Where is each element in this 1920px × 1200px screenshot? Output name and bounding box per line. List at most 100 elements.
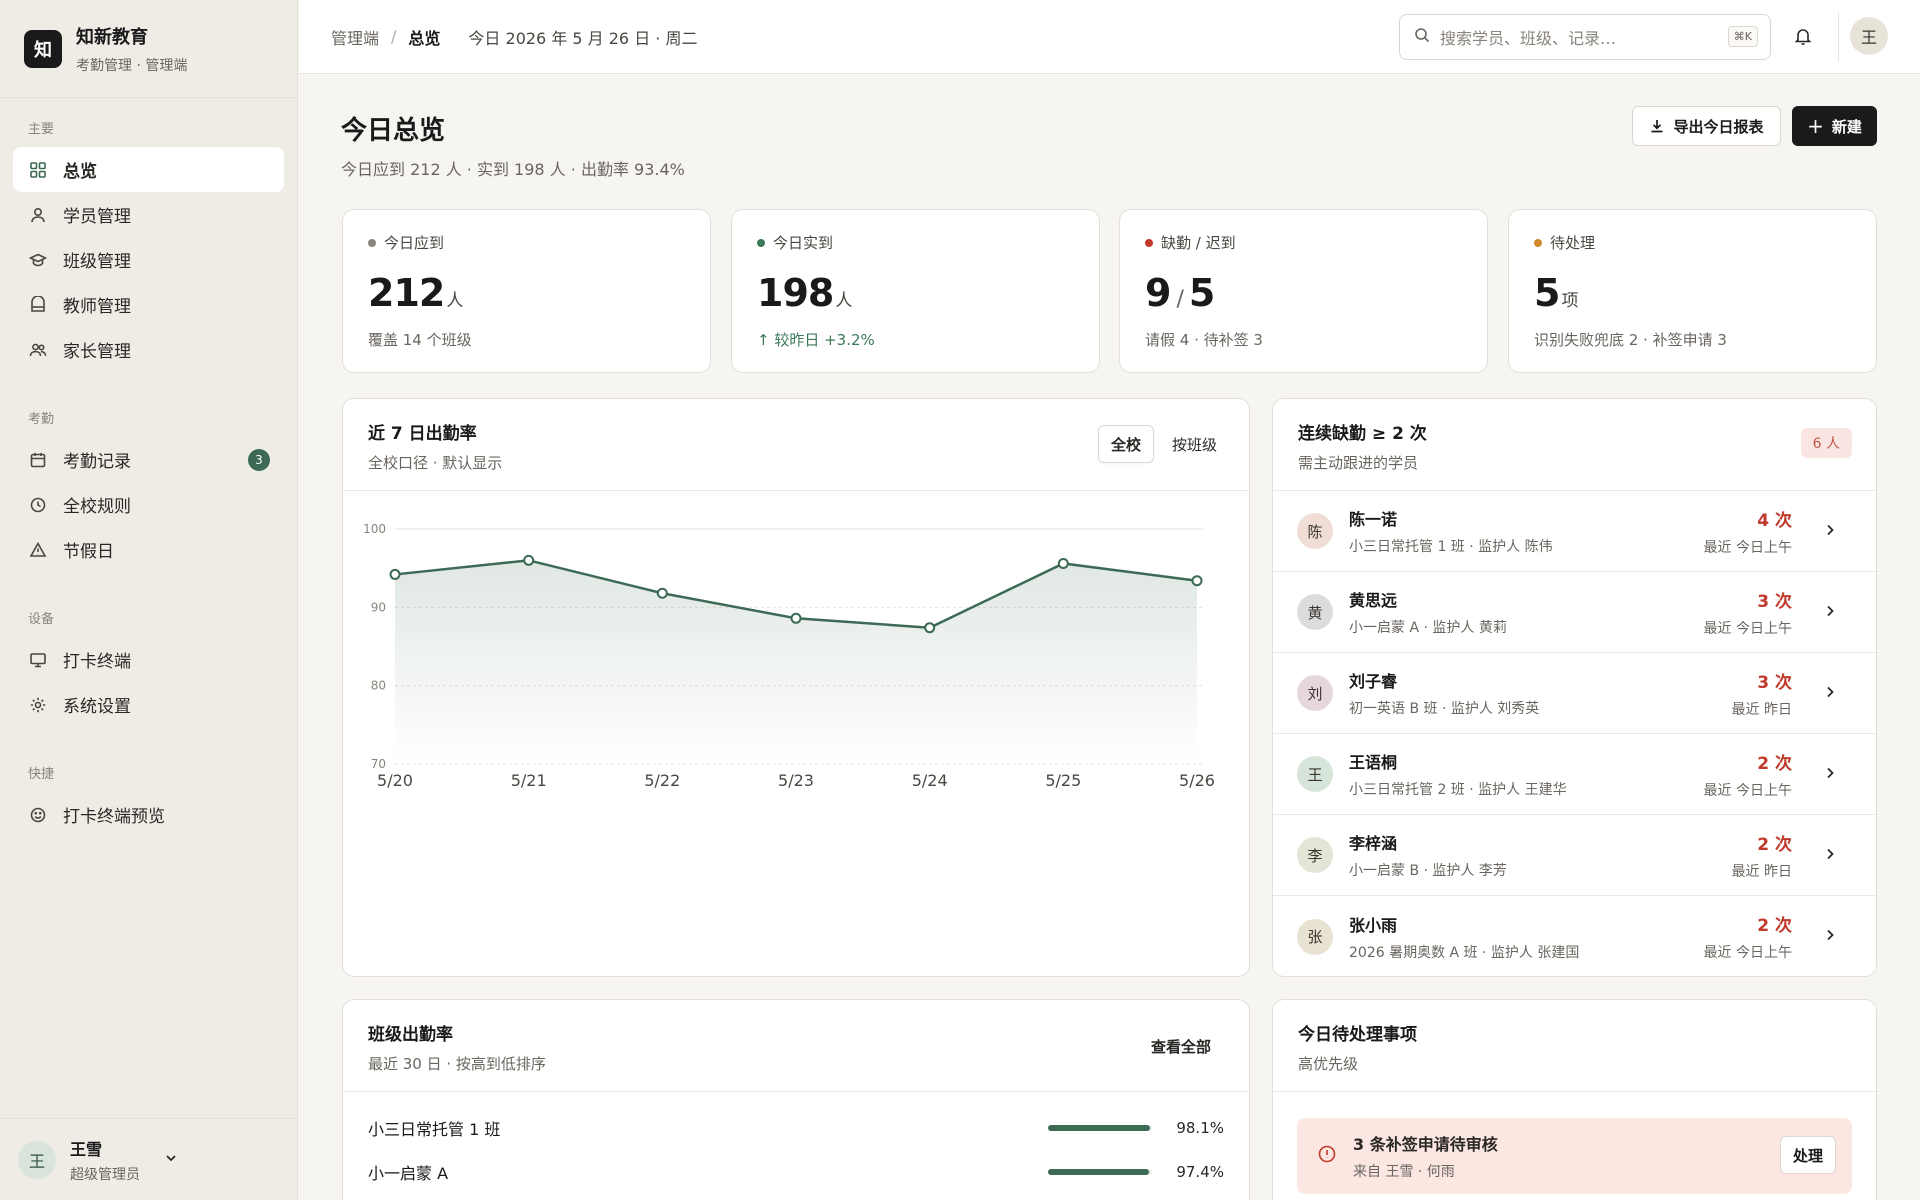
count-badge: 6 人 [1800, 428, 1852, 458]
clock-icon [29, 496, 47, 514]
stat-value: 212 [368, 271, 445, 315]
list-item[interactable]: 黄黄思远 小一启蒙 A · 监护人 黄莉 3 次最近 今日上午 [1273, 572, 1876, 653]
sidebar-item-label: 系统设置 [63, 697, 131, 717]
settings-icon [29, 696, 47, 714]
progress-track [1048, 1169, 1152, 1175]
absence-count: 2 次 [1757, 753, 1792, 774]
breadcrumb-separator: / [391, 27, 397, 46]
y-tick-label: 90 [371, 600, 386, 614]
x-tick-label: 5/20 [377, 771, 413, 790]
chevron-right-icon [1824, 522, 1836, 541]
sidebar-item-school-rules[interactable]: 全校规则 [13, 482, 284, 527]
tab-whole-school[interactable]: 全校 [1097, 425, 1154, 463]
data-point[interactable] [924, 622, 936, 634]
sidebar-item-settings[interactable]: 系统设置 [13, 682, 284, 727]
sidebar-item-classes[interactable]: 班级管理 [13, 237, 284, 282]
chevron-right-icon [1824, 846, 1836, 865]
sidebar-item-terminal-preview[interactable]: 打卡终端预览 [13, 792, 284, 837]
student-meta: 2026 暑期奥数 A 班 · 监护人 张建国 [1349, 944, 1580, 961]
sidebar-item-terminals[interactable]: 打卡终端 [13, 637, 284, 682]
avatar[interactable]: 王 [1850, 17, 1888, 55]
bell-icon[interactable] [1794, 26, 1812, 50]
sidebar-item-label: 打卡终端 [63, 652, 131, 672]
sidebar-item-overview[interactable]: 总览 [13, 147, 284, 192]
class-name: 小三日常托管 1 班 [368, 1120, 501, 1139]
list-item[interactable]: 刘刘子睿 初一英语 B 班 · 监护人 刘秀英 3 次最近 昨日 [1273, 653, 1876, 734]
avatar: 张 [1297, 918, 1333, 955]
export-report-button[interactable]: 导出今日报表 [1632, 106, 1781, 146]
student-meta: 小一启蒙 B · 监护人 李芳 [1349, 863, 1507, 879]
y-tick-label: 70 [371, 757, 386, 771]
users-icon [29, 341, 47, 359]
sidebar-item-label: 教师管理 [63, 297, 131, 317]
attendance-percent: 97.4% [1176, 1163, 1224, 1181]
y-tick-label: 80 [371, 679, 386, 693]
student-name: 王语桐 [1349, 753, 1398, 772]
process-button[interactable]: 处理 [1779, 1136, 1836, 1174]
x-tick-label: 5/22 [644, 771, 680, 790]
data-point[interactable] [389, 568, 401, 580]
x-tick-label: 5/21 [511, 771, 547, 790]
stat-card-absent-late: 缺勤 / 迟到 9/5 请假 4 · 待补签 3 [1119, 209, 1488, 373]
sidebar-item-label: 节假日 [63, 542, 114, 562]
data-point[interactable] [656, 587, 668, 599]
data-point[interactable] [523, 554, 535, 566]
user-role: 超级管理员 [70, 1166, 140, 1183]
todo-subtitle: 来自 王雪 · 何雨 [1353, 1164, 1455, 1180]
student-meta: 小三日常托管 2 班 · 监护人 王建华 [1349, 782, 1567, 798]
stat-note: 较昨日 +3.2% [774, 331, 875, 349]
search-input[interactable]: 搜索学员、班级、记录… ⌘K [1399, 14, 1771, 60]
student-name: 张小雨 [1349, 915, 1398, 935]
todo-item[interactable]: 3 条补签申请待审核 来自 王雪 · 何雨 处理 [1297, 1118, 1852, 1194]
stat-unit: 人 [446, 291, 463, 311]
nav-section-title: 快捷 [28, 767, 55, 782]
triangle-icon [29, 541, 47, 559]
breadcrumb-root[interactable]: 管理端 [331, 25, 379, 49]
nav-section-title: 设备 [28, 612, 55, 627]
data-point[interactable] [790, 612, 802, 624]
status-dot [368, 238, 376, 247]
sidebar-item-holidays[interactable]: 节假日 [13, 527, 284, 572]
breadcrumb-current: 总览 [408, 28, 441, 48]
progress-fill [1048, 1125, 1151, 1131]
sidebar-item-students[interactable]: 学员管理 [13, 192, 284, 237]
tab-by-class[interactable]: 按班级 [1160, 425, 1229, 463]
panel-subtitle: 需主动跟进的学员 [1298, 454, 1419, 472]
chevron-right-icon [1824, 684, 1836, 703]
stat-slash: / [1176, 287, 1183, 312]
user-menu[interactable]: 王 王雪 超级管理员 [0, 1118, 297, 1200]
nav-section-devices: 设备 打卡终端 系统设置 [0, 608, 297, 727]
data-point[interactable] [1191, 575, 1203, 587]
chevron-right-icon [1824, 927, 1836, 946]
table-row[interactable]: 小一启蒙 A 97.4% [343, 1150, 1249, 1194]
x-tick-label: 5/23 [778, 771, 814, 790]
scope-toggle: 全校 按班级 [1092, 425, 1229, 463]
panel-subtitle: 高优先级 [1298, 1055, 1359, 1073]
data-point[interactable] [1057, 557, 1069, 569]
nav-section-attendance: 考勤 考勤记录 3 全校规则 节假日 [0, 408, 297, 572]
list-item[interactable]: 陈陈一诺 小三日常托管 1 班 · 监护人 陈伟 4 次最近 今日上午 [1273, 491, 1876, 572]
list-item[interactable]: 张张小雨 2026 暑期奥数 A 班 · 监护人 张建国 2 次最近 今日上午 [1273, 896, 1876, 976]
search-icon [1414, 27, 1430, 47]
sidebar-item-label: 总览 [63, 162, 97, 182]
stat-unit: 项 [1561, 291, 1578, 311]
header-divider [1838, 12, 1839, 62]
attendance-line-chart: 100 90 80 70 5/20 5/21 5/22 5/23 5/24 5/25 5/26 [363, 522, 1215, 790]
sidebar-item-parents[interactable]: 家长管理 [13, 327, 284, 372]
table-row[interactable]: 小三日常托管 1 班 98.1% [343, 1106, 1249, 1150]
absence-count: 3 次 [1757, 672, 1792, 693]
sidebar-item-attendance-records[interactable]: 考勤记录 3 [13, 437, 284, 482]
user-icon [29, 206, 47, 224]
sidebar-item-teachers[interactable]: 教师管理 [13, 282, 284, 327]
view-all-link[interactable]: 查看全部 [1151, 1036, 1211, 1057]
brand: 知 知新教育 考勤管理 · 管理端 [0, 0, 297, 98]
stat-value-absent: 9 [1145, 271, 1171, 315]
class-rate-list: 小三日常托管 1 班 98.1% 小一启蒙 A 97.4% [343, 1092, 1249, 1194]
last-absence: 最近 今日上午 [1703, 620, 1792, 637]
list-item[interactable]: 王王语桐 小三日常托管 2 班 · 监护人 王建华 2 次最近 今日上午 [1273, 734, 1876, 815]
sidebar: 知 知新教育 考勤管理 · 管理端 主要 总览 学员管理 班级管理 教师管理 家… [0, 0, 298, 1200]
new-button[interactable]: + 新建 [1792, 106, 1877, 146]
stat-note: 覆盖 14 个班级 [368, 331, 472, 349]
last-absence: 最近 今日上午 [1703, 539, 1792, 556]
list-item[interactable]: 李李梓涵 小一启蒙 B · 监护人 李芳 2 次最近 昨日 [1273, 815, 1876, 896]
